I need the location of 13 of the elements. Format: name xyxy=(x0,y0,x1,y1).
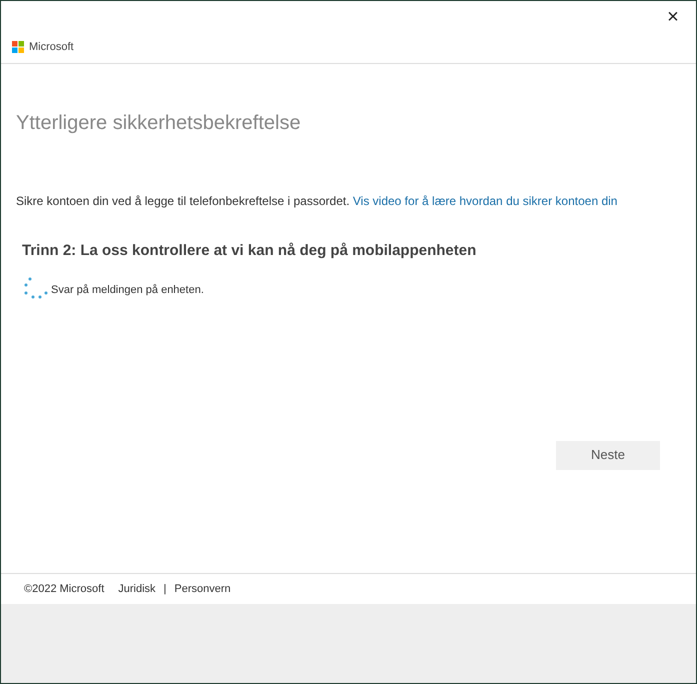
step-heading: Trinn 2: La oss kontrollere at vi kan nå deg på mobilappenheten xyxy=(22,241,478,261)
video-link[interactable]: Vis video for å lære hvordan du sikrer kontoen din xyxy=(352,194,618,208)
copyright-text: ©2022 Microsoft xyxy=(24,582,104,597)
intro-text: Sikre kontoen din ved å legge til telefonbekreftelse i passordet. Vis video for å lære hvordan du sikrer kontoen din xyxy=(16,193,618,210)
separator: | xyxy=(164,582,166,597)
status-text: Svar på meldingen på enheten. xyxy=(51,283,204,298)
footer-link[interactable]: Juridisk xyxy=(118,580,156,598)
spinner-icon xyxy=(24,276,48,298)
footer-link[interactable]: Personvern xyxy=(174,580,231,598)
brand-name: Microsoft xyxy=(29,41,74,54)
close-button[interactable]: × xyxy=(650,1,696,33)
logo-icon xyxy=(12,41,24,53)
page-title: Ytterligere sikkerhetsbekreftelse xyxy=(16,111,302,136)
